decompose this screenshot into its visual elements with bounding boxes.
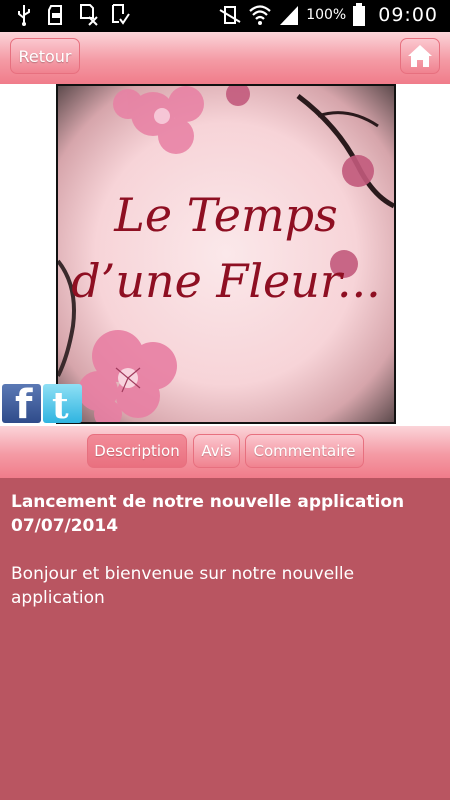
banner-title-line1: Le Temps	[114, 188, 338, 242]
download-done-icon	[110, 4, 130, 26]
banner-area: Le Temps d’une Fleur... f t	[0, 84, 450, 428]
tab-commentaire[interactable]: Commentaire	[245, 434, 364, 468]
facebook-icon: f	[15, 382, 33, 428]
battery-percent: 100%	[306, 7, 347, 23]
tab-bar: Description Avis Commentaire	[0, 426, 450, 478]
back-button[interactable]: Retour	[10, 38, 80, 74]
banner-title: Le Temps d’une Fleur...	[58, 182, 394, 314]
tab-avis[interactable]: Avis	[193, 434, 240, 468]
news-title: Lancement de notre nouvelle application	[11, 492, 405, 512]
vibrate-mute-icon	[219, 6, 241, 24]
signal-icon	[280, 6, 299, 25]
tab-description[interactable]: Description	[87, 434, 187, 468]
status-bar: 100% 09:00	[0, 0, 450, 32]
system-icons: 100% 09:00	[218, 3, 438, 27]
sd-card-icon	[46, 4, 66, 26]
twitter-icon: t	[52, 385, 69, 427]
banner-title-line2: d’une Fleur...	[71, 254, 381, 308]
home-button[interactable]	[400, 38, 440, 74]
banner-image: Le Temps d’une Fleur...	[56, 84, 396, 424]
description-content: Lancement de notre nouvelle application …	[0, 478, 450, 800]
notification-icons	[14, 4, 130, 26]
usb-icon	[14, 4, 34, 26]
home-icon	[408, 45, 432, 67]
battery-icon	[353, 3, 366, 26]
app-header: Retour	[0, 32, 450, 84]
news-body: Bonjour et bienvenue sur notre nouvelle …	[11, 564, 355, 608]
facebook-button[interactable]: f	[2, 382, 41, 428]
no-sim-icon	[78, 4, 98, 26]
news-date: 07/07/2014	[11, 516, 119, 536]
clock: 09:00	[378, 4, 438, 26]
wifi-icon	[249, 5, 271, 25]
twitter-button[interactable]: t	[43, 384, 82, 427]
